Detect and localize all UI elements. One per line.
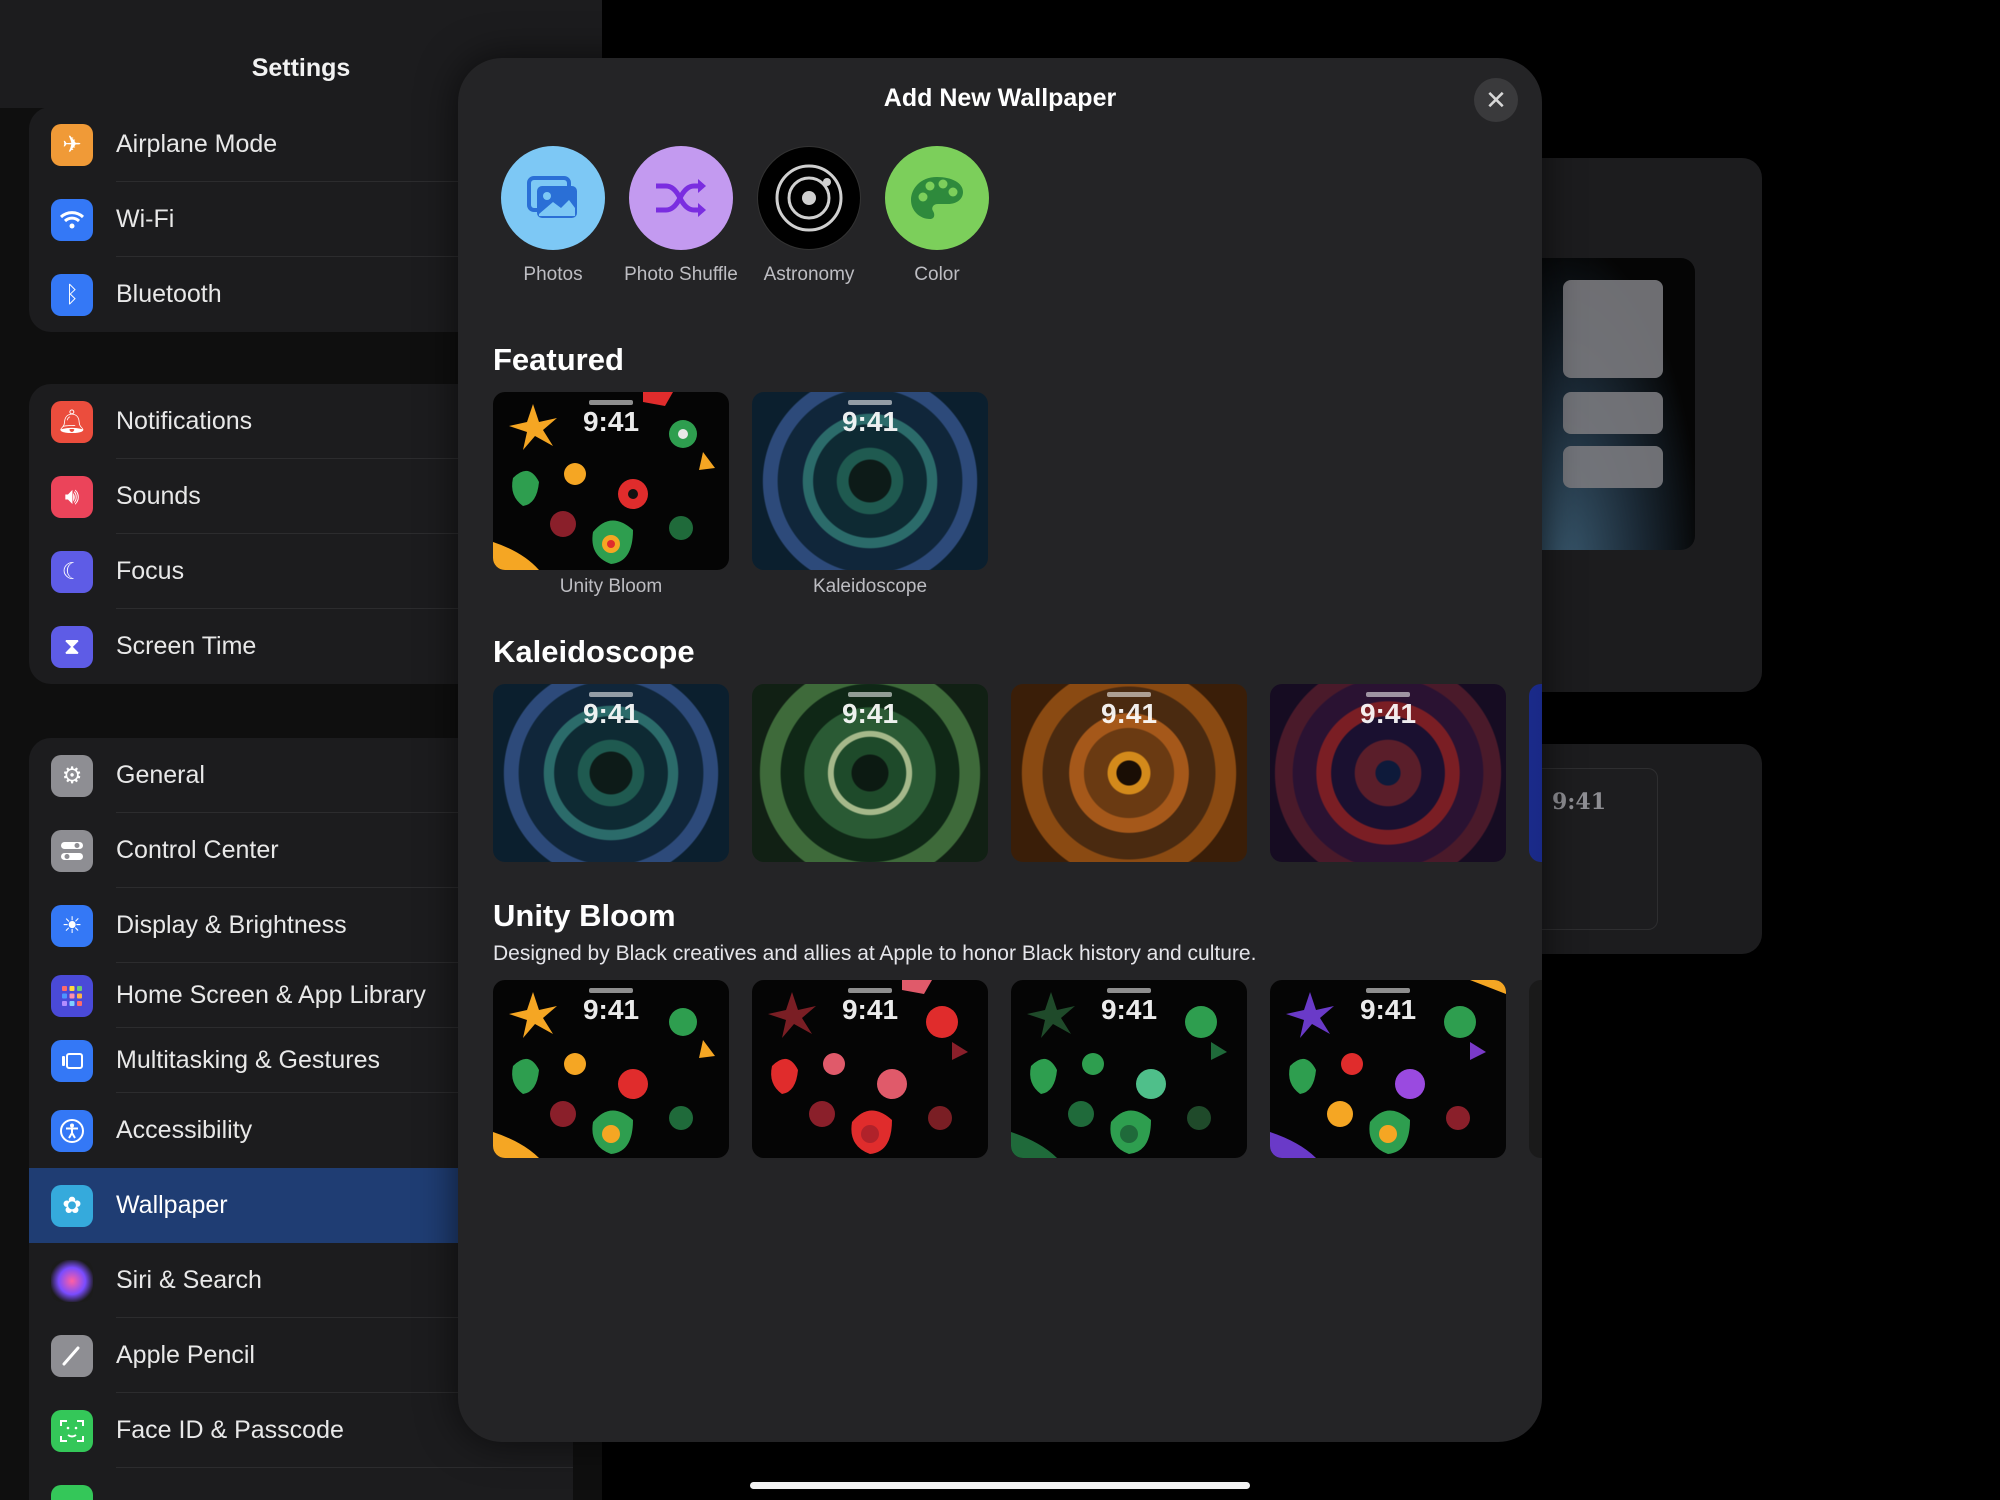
- thumbnail-time: 9:41: [1100, 994, 1158, 1025]
- sidebar-item-label: Bluetooth: [116, 280, 222, 308]
- sidebar-item-label: Multitasking & Gestures: [116, 1046, 380, 1074]
- section-title-kaleidoscope: Kaleidoscope: [493, 634, 695, 669]
- thumbnail-caption: Kaleidoscope: [812, 576, 928, 597]
- flower-icon: ✿: [51, 1184, 93, 1227]
- sidebar-item-label: Wi-Fi: [116, 205, 175, 233]
- sidebar-item-label: Notifications: [116, 407, 253, 435]
- close-icon: ✕: [1485, 84, 1507, 115]
- multitasking-icon: [51, 1039, 93, 1082]
- thumbnail-time: 9:41: [841, 994, 899, 1025]
- close-button[interactable]: ✕: [1474, 78, 1518, 122]
- sidebar-item-label: Home Screen & App Library: [116, 981, 426, 1009]
- kaleidoscope-thumbnail-3[interactable]: 9:41: [1011, 684, 1247, 862]
- thumbnail-time: 9:41: [582, 698, 640, 729]
- kaleidoscope-thumbnail-1[interactable]: 9:41: [493, 684, 729, 862]
- source-photo-shuffle-button[interactable]: Photo Shuffle: [617, 146, 745, 286]
- thumbnail-time: 9:41: [841, 406, 899, 437]
- sidebar-item-label: Control Center: [116, 836, 279, 864]
- source-label: Photos: [523, 264, 583, 285]
- sidebar-item-label: Airplane Mode: [116, 130, 278, 158]
- sidebar-item-partial[interactable]: [29, 1468, 573, 1500]
- app-grid-icon: [51, 974, 93, 1017]
- siri-icon: [51, 1259, 93, 1302]
- kaleidoscope-thumbnail-2[interactable]: 9:41: [752, 684, 988, 862]
- partial-icon: [51, 1484, 93, 1500]
- section-title-featured: Featured: [493, 342, 624, 377]
- thumbnail-time: 9:41: [1359, 698, 1417, 729]
- unity-bloom-thumbnail-5[interactable]: [1529, 980, 1542, 1158]
- sidebar-item-label: Wallpaper: [116, 1191, 228, 1219]
- face-id-icon: [51, 1409, 93, 1452]
- unity-bloom-thumbnail-4[interactable]: 9:41: [1270, 980, 1506, 1158]
- unity-bloom-thumbnail-2[interactable]: 9:41: [752, 980, 988, 1158]
- sheet-title: Add New Wallpaper: [883, 84, 1117, 112]
- bluetooth-icon: ᛒ: [51, 273, 93, 316]
- source-color-button[interactable]: Color: [873, 146, 1001, 286]
- thumbnail-time: 9:41: [841, 698, 899, 729]
- source-label: Astronomy: [763, 264, 855, 285]
- sidebar-item-label: Accessibility: [116, 1116, 253, 1144]
- airplane-icon: ✈: [51, 123, 93, 166]
- wifi-icon: [51, 198, 93, 241]
- unity-bloom-description: Designed by Black creatives and allies a…: [493, 942, 1257, 965]
- sidebar-item-label: Face ID & Passcode: [116, 1416, 344, 1444]
- moon-icon: ☾: [51, 550, 93, 593]
- thumbnail-time: 9:41: [1359, 994, 1417, 1025]
- sidebar-item-label: Siri & Search: [116, 1266, 262, 1294]
- kaleidoscope-thumbnail-5[interactable]: [1529, 684, 1542, 862]
- speaker-icon: 🔊︎: [51, 475, 93, 518]
- featured-unity-bloom-thumbnail[interactable]: 9:41: [493, 392, 729, 570]
- thumbnail-time: 9:41: [582, 994, 640, 1025]
- sidebar-item-label: Display & Brightness: [116, 911, 347, 939]
- hourglass-icon: ⧗: [51, 625, 93, 668]
- sun-icon: ☀: [51, 904, 93, 947]
- thumbnail-caption: Unity Bloom: [559, 576, 663, 597]
- source-astronomy-button[interactable]: Astronomy: [745, 146, 873, 286]
- pencil-icon: [51, 1334, 93, 1377]
- add-wallpaper-sheet: Add New Wallpaper ✕ Photos Photo Shuffle…: [458, 58, 1542, 1442]
- section-title-unity-bloom: Unity Bloom: [493, 898, 676, 933]
- unity-bloom-thumbnail-3[interactable]: 9:41: [1011, 980, 1247, 1158]
- thumbnail-time: 9:41: [1100, 698, 1158, 729]
- featured-kaleidoscope-thumbnail[interactable]: 9:41: [752, 392, 988, 570]
- photos-icon: [501, 146, 605, 250]
- astronomy-icon: [757, 146, 861, 250]
- unity-bloom-thumbnail-1[interactable]: 9:41: [493, 980, 729, 1158]
- sidebar-item-label: Focus: [116, 557, 185, 585]
- source-photos-button[interactable]: Photos: [489, 146, 617, 286]
- home-indicator[interactable]: [750, 1482, 1250, 1489]
- gear-icon: ⚙: [51, 754, 93, 797]
- sidebar-item-label: Apple Pencil: [116, 1341, 255, 1369]
- shuffle-icon: [629, 146, 733, 250]
- toggles-icon: [51, 829, 93, 872]
- source-label: Photo Shuffle: [624, 264, 738, 285]
- thumbnail-time: 9:41: [582, 406, 640, 437]
- kaleidoscope-thumbnail-4[interactable]: 9:41: [1270, 684, 1506, 862]
- accessibility-icon: [51, 1109, 93, 1152]
- sidebar-item-label: Sounds: [116, 482, 201, 510]
- source-label: Color: [914, 264, 960, 285]
- bell-icon: 🔔︎: [51, 400, 93, 443]
- sidebar-item-label: Screen Time: [116, 632, 257, 660]
- palette-icon: [885, 146, 989, 250]
- sidebar-item-label: General: [116, 761, 205, 789]
